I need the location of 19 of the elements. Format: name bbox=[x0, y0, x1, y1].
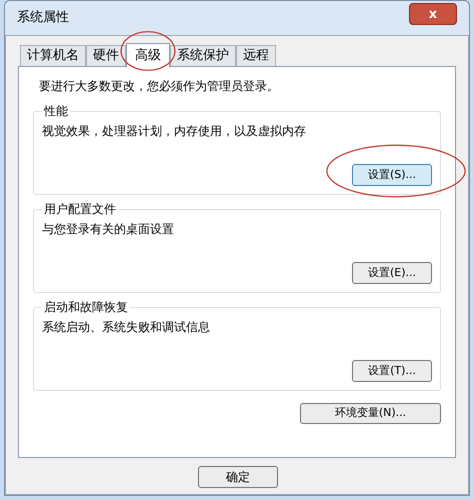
settings-button[interactable]: 设置(E)... bbox=[352, 262, 432, 284]
settings-button[interactable]: 设置(T)... bbox=[352, 360, 432, 382]
tab[interactable]: 计算机名 bbox=[20, 44, 86, 66]
group-title: 用户配置文件 bbox=[42, 201, 118, 217]
group-title: 启动和故障恢复 bbox=[42, 299, 130, 315]
tab[interactable]: 高级 bbox=[126, 43, 170, 67]
close-button[interactable]: x bbox=[409, 3, 457, 25]
settings-button[interactable]: 设置(S)... bbox=[352, 164, 432, 186]
group-description: 视觉效果，处理器计划，内存使用，以及虚拟内存 bbox=[42, 123, 307, 140]
tab[interactable]: 系统保护 bbox=[170, 44, 236, 66]
group-title: 性能 bbox=[42, 103, 70, 119]
window-title: 系统属性 bbox=[17, 9, 69, 28]
tab[interactable]: 硬件 bbox=[86, 44, 126, 66]
ok-button[interactable]: 确定 bbox=[198, 466, 278, 488]
group-description: 系统启动、系统失败和调试信息 bbox=[42, 319, 211, 336]
tab[interactable]: 远程 bbox=[236, 44, 276, 66]
notice-text: 要进行大多数更改，您必须作为管理员登录。 bbox=[38, 78, 280, 95]
group-description: 与您登录有关的桌面设置 bbox=[42, 221, 175, 238]
environment-variables-button[interactable]: 环境变量(N)... bbox=[300, 403, 441, 424]
